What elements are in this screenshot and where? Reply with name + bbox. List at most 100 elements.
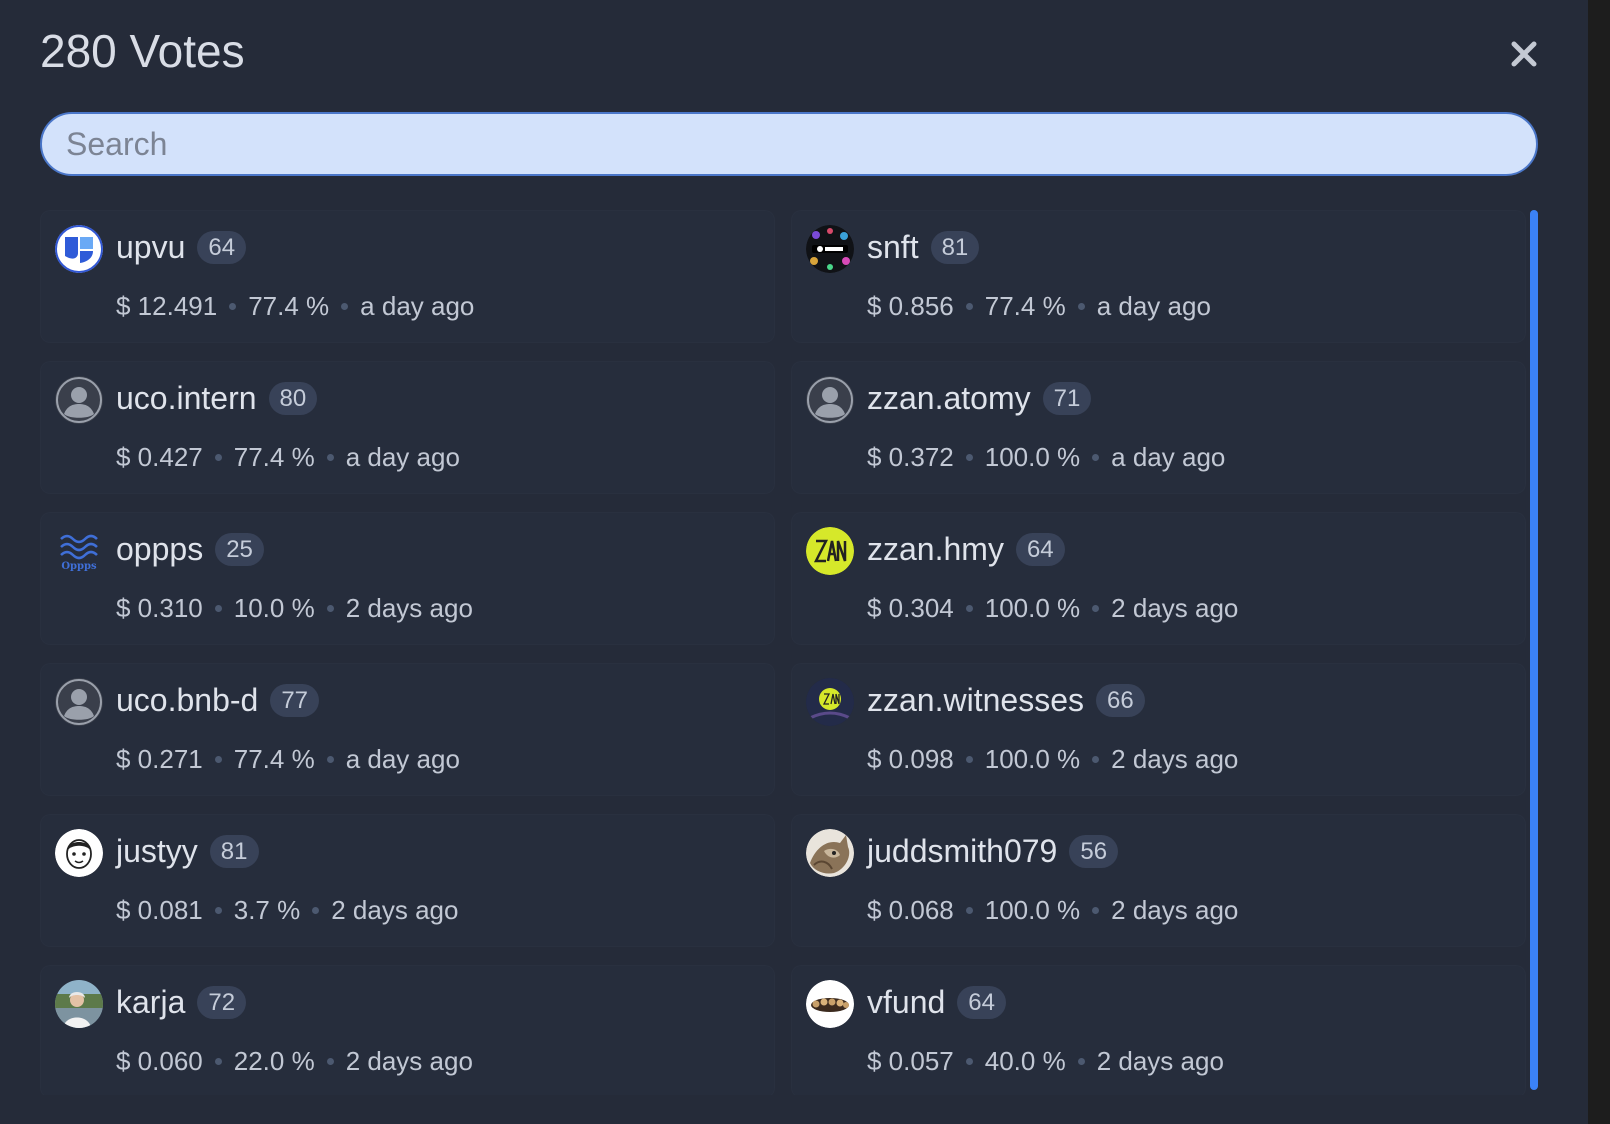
separator-dot bbox=[326, 453, 334, 461]
vote-percent: 77.4 % bbox=[233, 442, 315, 472]
voter-name[interactable]: upvu bbox=[116, 228, 185, 266]
reputation-badge: 25 bbox=[215, 532, 264, 566]
cat-photo-avatar-icon bbox=[806, 829, 854, 877]
vote-details: $ 0.304 100.0 % 2 days ago bbox=[867, 592, 1238, 624]
voter-name[interactable]: oppps bbox=[116, 530, 203, 568]
separator-dot bbox=[965, 453, 973, 461]
default-user-avatar-icon bbox=[806, 376, 854, 424]
separator-dot bbox=[326, 604, 334, 612]
vote-details: $ 0.310 10.0 % 2 days ago bbox=[116, 592, 473, 624]
scrollbar-thumb[interactable] bbox=[1530, 210, 1538, 1090]
person-photo-avatar-icon bbox=[55, 980, 103, 1028]
cartoon-face-avatar-icon bbox=[55, 829, 103, 877]
vote-value: $ 0.098 bbox=[867, 744, 954, 774]
separator-dot bbox=[1077, 1057, 1085, 1065]
vote-time: 2 days ago bbox=[331, 895, 459, 925]
vote-time: 2 days ago bbox=[1111, 744, 1239, 774]
voter-card[interactable]: snft 81 $ 0.856 77.4 % a day ago bbox=[791, 210, 1526, 343]
reputation-badge: 77 bbox=[270, 683, 320, 717]
voter-name[interactable]: uco.intern bbox=[116, 379, 257, 417]
vote-time: a day ago bbox=[1096, 291, 1211, 321]
reputation-badge: 80 bbox=[268, 381, 318, 415]
vfund-logo-icon bbox=[806, 980, 854, 1028]
reputation-badge: 81 bbox=[930, 230, 980, 264]
reputation-badge: 71 bbox=[1042, 381, 1092, 415]
separator-dot bbox=[965, 604, 973, 612]
voter-name[interactable]: vfund bbox=[867, 983, 945, 1021]
zzan-witnesses-logo-icon bbox=[806, 678, 854, 726]
vote-percent: 77.4 % bbox=[248, 291, 330, 321]
vote-percent: 100.0 % bbox=[984, 895, 1081, 925]
voter-card[interactable]: zzan.atomy 71 $ 0.372 100.0 % a day ago bbox=[791, 361, 1526, 494]
separator-dot bbox=[1092, 453, 1100, 461]
vote-value: $ 0.372 bbox=[867, 442, 954, 472]
separator-dot bbox=[1092, 906, 1100, 914]
voter-name[interactable]: juddsmith079 bbox=[867, 832, 1057, 870]
reputation-badge: 66 bbox=[1095, 683, 1145, 717]
separator-dot bbox=[214, 755, 222, 763]
separator-dot bbox=[326, 1057, 334, 1065]
separator-dot bbox=[214, 604, 222, 612]
vote-details: $ 0.856 77.4 % a day ago bbox=[867, 290, 1211, 322]
vote-details: $ 0.081 3.7 % 2 days ago bbox=[116, 894, 458, 926]
vote-percent: 22.0 % bbox=[233, 1046, 315, 1076]
svg-text:Oppps: Oppps bbox=[61, 561, 97, 572]
vote-value: $ 12.491 bbox=[116, 291, 218, 321]
voter-name[interactable]: zzan.hmy bbox=[867, 530, 1004, 568]
close-button[interactable] bbox=[1508, 38, 1540, 70]
vote-time: 2 days ago bbox=[1111, 593, 1239, 623]
vote-time: 2 days ago bbox=[345, 593, 473, 623]
vote-percent: 100.0 % bbox=[984, 744, 1081, 774]
search-box bbox=[40, 112, 1538, 176]
separator-dot bbox=[214, 906, 222, 914]
voter-name[interactable]: uco.bnb-d bbox=[116, 681, 258, 719]
voter-card[interactable]: uco.bnb-d 77 $ 0.271 77.4 % a day ago bbox=[40, 663, 775, 796]
vote-value: $ 0.060 bbox=[116, 1046, 203, 1076]
vote-time: a day ago bbox=[345, 442, 460, 472]
voter-list: upvu 64 $ 12.491 77.4 % a day ago snft 8… bbox=[40, 210, 1526, 1095]
separator-dot bbox=[965, 1057, 973, 1065]
vote-value: $ 0.271 bbox=[116, 744, 203, 774]
vote-value: $ 0.081 bbox=[116, 895, 203, 925]
voter-name[interactable]: zzan.witnesses bbox=[867, 681, 1084, 719]
voter-card[interactable]: Oppps oppps 25 $ 0.310 10.0 % 2 days ago bbox=[40, 512, 775, 645]
voter-card[interactable]: upvu 64 $ 12.491 77.4 % a day ago bbox=[40, 210, 775, 343]
vote-time: a day ago bbox=[345, 744, 460, 774]
vote-percent: 100.0 % bbox=[984, 442, 1081, 472]
voter-card[interactable]: zzan.witnesses 66 $ 0.098 100.0 % 2 days… bbox=[791, 663, 1526, 796]
vote-percent: 100.0 % bbox=[984, 593, 1081, 623]
vote-percent: 10.0 % bbox=[233, 593, 315, 623]
voter-name[interactable]: snft bbox=[867, 228, 919, 266]
close-icon[interactable] bbox=[1508, 38, 1540, 70]
dialog-title: 280 Votes bbox=[40, 25, 245, 77]
snft-logo-icon bbox=[806, 225, 854, 273]
voter-name[interactable]: zzan.atomy bbox=[867, 379, 1031, 417]
background-window-edge bbox=[1588, 0, 1610, 1124]
search-input[interactable] bbox=[42, 114, 1536, 174]
vote-percent: 77.4 % bbox=[233, 744, 315, 774]
voter-card[interactable]: vfund 64 $ 0.057 40.0 % 2 days ago bbox=[791, 965, 1526, 1095]
separator-dot bbox=[229, 302, 237, 310]
vote-time: 2 days ago bbox=[1111, 895, 1239, 925]
vote-percent: 40.0 % bbox=[984, 1046, 1066, 1076]
vote-percent: 77.4 % bbox=[984, 291, 1066, 321]
vote-value: $ 0.310 bbox=[116, 593, 203, 623]
reputation-badge: 56 bbox=[1069, 834, 1119, 868]
voter-card[interactable]: uco.intern 80 $ 0.427 77.4 % a day ago bbox=[40, 361, 775, 494]
separator-dot bbox=[312, 906, 320, 914]
reputation-badge: 72 bbox=[197, 985, 247, 1019]
vote-value: $ 0.304 bbox=[867, 593, 954, 623]
vote-time: a day ago bbox=[1111, 442, 1226, 472]
vote-details: $ 0.271 77.4 % a day ago bbox=[116, 743, 460, 775]
voter-name[interactable]: justyy bbox=[116, 832, 198, 870]
vote-time: a day ago bbox=[360, 291, 475, 321]
voter-card[interactable]: juddsmith079 56 $ 0.068 100.0 % 2 days a… bbox=[791, 814, 1526, 947]
voter-name[interactable]: karja bbox=[116, 983, 185, 1021]
separator-dot bbox=[1077, 302, 1085, 310]
voter-card[interactable]: zzan.hmy 64 $ 0.304 100.0 % 2 days ago bbox=[791, 512, 1526, 645]
voter-card[interactable]: karja 72 $ 0.060 22.0 % 2 days ago bbox=[40, 965, 775, 1095]
separator-dot bbox=[326, 755, 334, 763]
separator-dot bbox=[965, 755, 973, 763]
reputation-badge: 64 bbox=[197, 230, 247, 264]
voter-card[interactable]: justyy 81 $ 0.081 3.7 % 2 days ago bbox=[40, 814, 775, 947]
